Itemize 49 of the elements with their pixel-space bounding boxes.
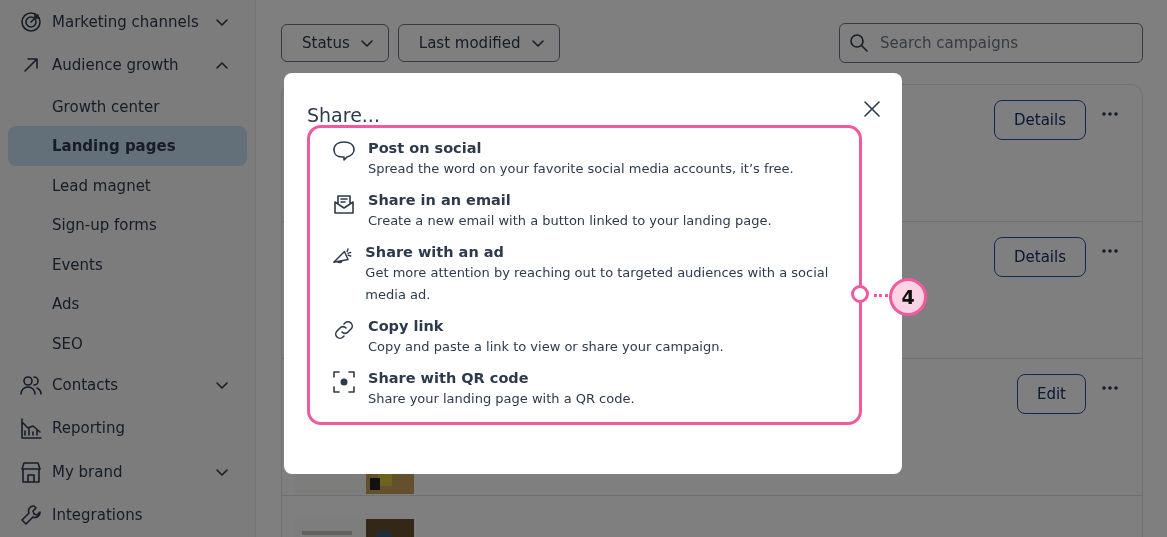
chart-icon [20, 417, 42, 440]
option-title[interactable]: Share with an ad [365, 244, 839, 260]
nav-item[interactable]: SEO [8, 323, 247, 364]
nav-item[interactable]: My brand [8, 450, 247, 494]
option-description: Create a new email with a button linked to your landing page. [368, 212, 772, 230]
link-icon [332, 318, 356, 342]
option-title[interactable]: Post on social [368, 140, 794, 156]
more-button[interactable] [1102, 386, 1118, 390]
wrench-icon [20, 504, 42, 527]
people-icon [20, 374, 42, 396]
row-action-button[interactable]: Details [994, 100, 1086, 140]
nav-item[interactable]: Sign-up forms [8, 205, 247, 245]
nav-item[interactable]: Integrations [8, 493, 247, 537]
filter-dropdown[interactable]: Status [281, 24, 389, 62]
nav-item[interactable]: Events [8, 244, 247, 285]
dialog-title: Share... [307, 104, 380, 126]
nav-item[interactable]: Audience growth [8, 43, 247, 87]
callout-badge: 4 [889, 278, 927, 316]
close-button[interactable] [863, 100, 881, 118]
nav-item[interactable]: Ads [8, 284, 247, 324]
store-icon [20, 460, 42, 483]
option-title[interactable]: Copy link [368, 318, 724, 334]
more-icon [1102, 249, 1118, 253]
option-title[interactable]: Share with QR code [368, 370, 635, 386]
more-button[interactable] [1102, 112, 1118, 116]
option-description: Get more attention by reaching out to targeted audiences with a social media ad. [365, 264, 830, 304]
more-button[interactable] [1102, 249, 1118, 253]
nav-item[interactable]: Contacts [8, 363, 247, 407]
more-icon [1102, 386, 1118, 390]
target-icon [20, 10, 42, 33]
filter-dropdown[interactable]: Last modified [397, 24, 560, 62]
nav-item[interactable]: Marketing channels [8, 0, 247, 44]
row-action-button[interactable]: Edit [1016, 374, 1086, 414]
qr-scan-icon [332, 370, 356, 394]
option-description: Spread the word on your favorite social media accounts, it’s free. [368, 160, 794, 178]
nav-item[interactable]: Reporting [8, 406, 247, 451]
speech-bubble-icon [332, 140, 356, 162]
nav-item[interactable]: Lead magnet [8, 165, 247, 206]
search-icon [849, 33, 869, 53]
close-icon [863, 100, 881, 118]
row-action-button[interactable]: Details [994, 237, 1086, 277]
envelope-icon [332, 192, 356, 216]
nav-item[interactable]: Growth center [8, 86, 247, 127]
more-icon [1102, 112, 1118, 116]
search-field[interactable]: Search campaigns [839, 23, 1143, 63]
option-description: Share your landing page with a QR code. [368, 390, 635, 408]
nav-item[interactable]: Landing pages [8, 126, 247, 166]
option-description: Copy and paste a link to view or share your campaign. [368, 338, 724, 356]
option-title[interactable]: Share in an email [368, 192, 772, 208]
